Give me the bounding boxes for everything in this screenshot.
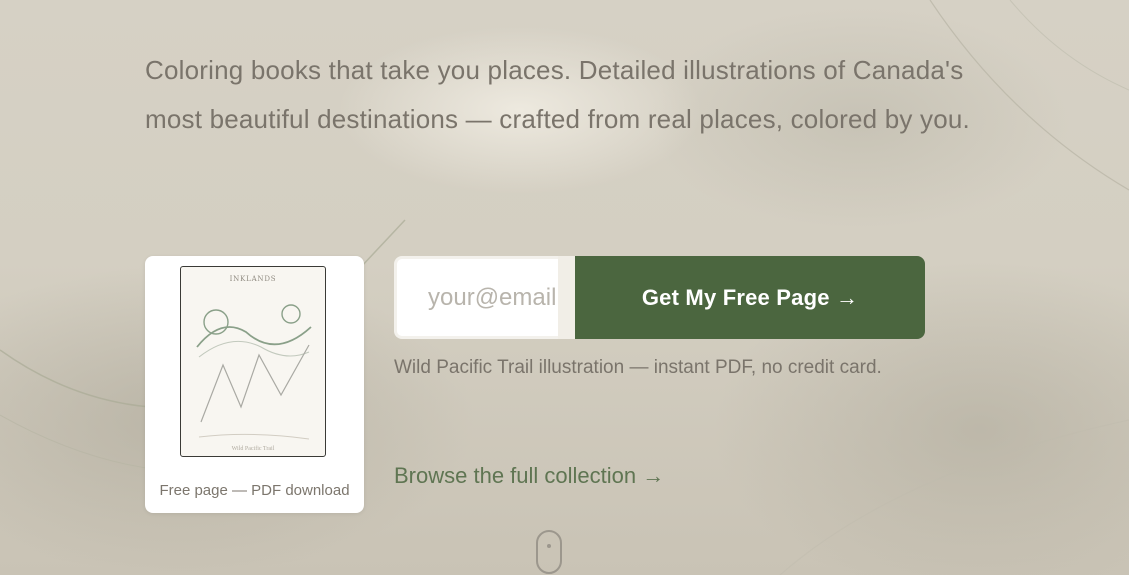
coloring-page-thumbnail[interactable]: INKLANDS Wild Pacific Trail bbox=[180, 266, 326, 457]
get-free-page-button[interactable]: Get My Free Page → bbox=[575, 256, 925, 339]
signup-note: Wild Pacific Trail illustration — instan… bbox=[394, 357, 882, 378]
illustration-icon bbox=[196, 304, 312, 440]
email-input[interactable] bbox=[394, 256, 558, 339]
scroll-wheel-dot bbox=[547, 544, 551, 548]
hero-tagline: Coloring books that take you places. Det… bbox=[145, 55, 970, 134]
mouse-scroll-icon[interactable] bbox=[536, 530, 562, 574]
preview-card-label: Free page — PDF download bbox=[159, 482, 350, 499]
input-divider bbox=[558, 256, 575, 339]
browse-collection-link[interactable]: Browse the full collection → bbox=[394, 463, 664, 489]
thumbnail-caption: Wild Pacific Trail bbox=[231, 446, 275, 452]
free-page-preview-card[interactable]: INKLANDS Wild Pacific Trail Free page — … bbox=[145, 256, 364, 513]
